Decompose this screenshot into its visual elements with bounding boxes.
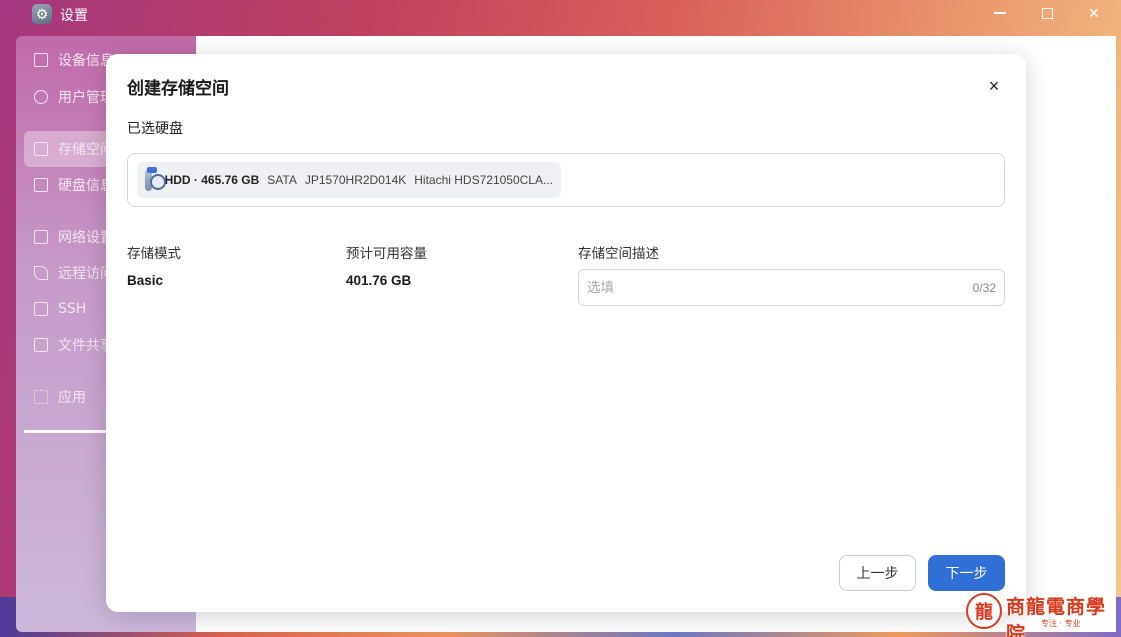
user-icon [34, 90, 48, 104]
disk-interface: SATA [267, 173, 297, 187]
disk-serial: JP1570HR2D014K [304, 173, 407, 187]
storage-mode-value: Basic [127, 273, 164, 288]
watermark-logo: 龍 商龍電商學院 专注 · 专业 [966, 590, 1116, 637]
sidebar-item-label: 应用 [58, 390, 86, 406]
storage-icon [34, 142, 48, 156]
monitor-icon [34, 53, 48, 67]
hdd-icon [145, 167, 165, 191]
network-icon [34, 230, 48, 244]
dialog-close-button[interactable]: × [984, 76, 1004, 96]
description-label: 存储空间描述 [578, 246, 659, 262]
maximize-icon [1041, 7, 1053, 19]
storage-mode-label: 存储模式 [127, 246, 181, 262]
minimize-button[interactable] [977, 2, 1023, 24]
minimize-icon [994, 12, 1006, 14]
watermark-text: 商龍電商學院 [1006, 596, 1107, 637]
window-titlebar: ⚙ 设置 ✕ [0, 0, 1121, 34]
disk-chip[interactable]: HDD · 465.76 GB SATA JP1570HR2D014K Hita… [137, 162, 561, 198]
file-icon [34, 338, 48, 352]
disk-icon [34, 178, 48, 192]
dialog-title: 创建存储空间 [127, 79, 229, 99]
capacity-label: 预计可用容量 [346, 246, 427, 262]
next-step-button[interactable]: 下一步 [928, 555, 1005, 591]
dragon-logo-icon: 龍 [966, 593, 1002, 629]
prev-step-button[interactable]: 上一步 [839, 555, 916, 591]
description-input[interactable] [587, 279, 973, 296]
apps-icon [34, 390, 48, 404]
description-char-count: 0/32 [972, 280, 996, 295]
selected-disks-label: 已选硬盘 [127, 121, 183, 137]
terminal-icon [34, 302, 48, 316]
description-field[interactable]: 0/32 [578, 269, 1005, 306]
settings-gear-icon: ⚙ [32, 4, 52, 24]
sidebar-item-label: SSH [58, 301, 87, 317]
window-title: 设置 [60, 8, 88, 24]
watermark-subtitle: 专注 · 专业 [1038, 618, 1084, 629]
capacity-value: 401.76 GB [346, 273, 412, 288]
send-icon [34, 266, 48, 280]
close-window-button[interactable]: ✕ [1071, 2, 1117, 24]
disk-model: Hitachi HDS721050CLA... [414, 173, 553, 187]
create-storage-dialog: 创建存储空间 × 已选硬盘 HDD · 465.76 GB SATA JP157… [106, 54, 1026, 612]
selected-disks-box: HDD · 465.76 GB SATA JP1570HR2D014K Hita… [127, 153, 1005, 207]
disk-size: HDD · 465.76 GB [164, 173, 260, 187]
maximize-button[interactable] [1024, 2, 1070, 24]
